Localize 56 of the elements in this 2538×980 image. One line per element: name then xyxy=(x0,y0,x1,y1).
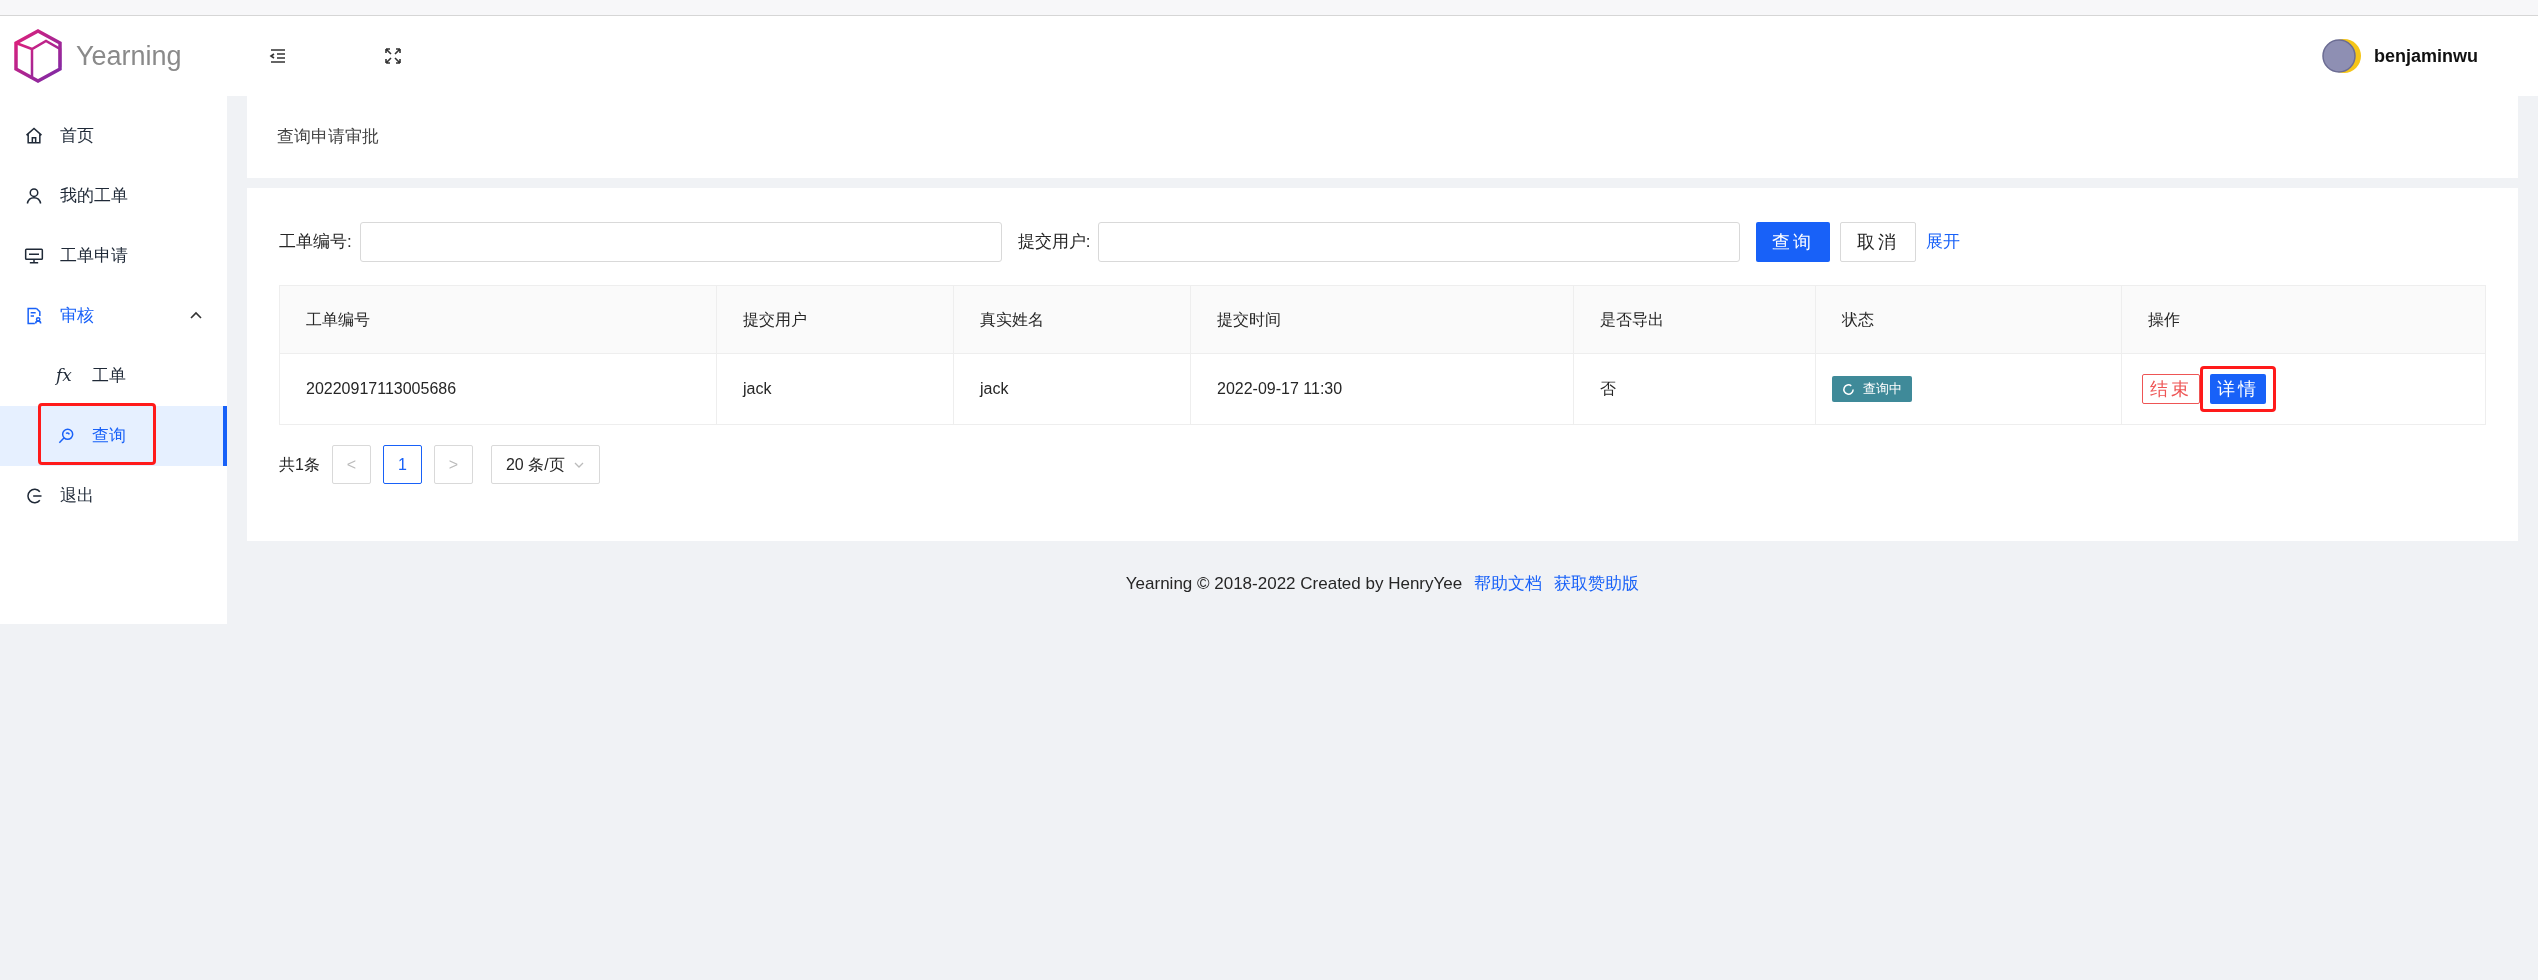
status-tag: 查询中 xyxy=(1832,376,1912,402)
table-cell: jack xyxy=(954,354,1191,424)
table-cell: 20220917113005686 xyxy=(280,354,717,424)
logo-icon xyxy=(12,28,64,84)
menu-fold-icon[interactable] xyxy=(268,46,288,66)
footer-link[interactable]: 帮助文档 xyxy=(1474,571,1543,597)
menu-label: 退出 xyxy=(60,485,94,508)
home-icon xyxy=(24,126,44,146)
table-cell: 2022-09-17 11:30 xyxy=(1191,354,1574,424)
page-subtitle: 查询申请审批 xyxy=(277,126,379,149)
function-icon: fx xyxy=(56,363,76,389)
table-cell: 否 xyxy=(1574,354,1816,424)
document-icon xyxy=(24,306,44,326)
filter-label: 工单编号: xyxy=(279,231,352,254)
page-size-select[interactable]: 20 条/页 xyxy=(490,445,600,484)
loading-icon xyxy=(1842,382,1855,396)
column-header: 提交用户 xyxy=(717,286,954,353)
monitor-icon xyxy=(24,246,44,266)
sidebar-item[interactable]: 工单申请 xyxy=(0,226,227,286)
sidebar-item[interactable]: 首页 xyxy=(0,106,227,166)
page-button[interactable]: 1 xyxy=(382,445,422,484)
menu-label: 工单申请 xyxy=(60,245,128,268)
filter-field[interactable] xyxy=(359,222,1002,262)
sidebar-item[interactable]: fx 工单 xyxy=(0,346,227,406)
menu-label: 工单 xyxy=(92,365,126,388)
expand-link[interactable]: 展开 xyxy=(1926,229,1961,255)
menu-label: 我的工单 xyxy=(60,185,128,208)
search-icon xyxy=(56,426,76,446)
user-icon xyxy=(24,186,44,206)
user-name[interactable]: benjaminwu xyxy=(2374,42,2478,70)
logout-icon xyxy=(24,486,44,506)
footer-link[interactable]: 获取赞助版 xyxy=(1554,571,1640,597)
footer-text: Yearning © 2018-2022 Created by HenryYee xyxy=(1125,573,1463,595)
column-header: 操作 xyxy=(2147,309,2181,330)
column-header: 工单编号 xyxy=(280,286,717,353)
column-header: 状态 xyxy=(1816,286,2122,353)
menu-label: 首页 xyxy=(60,125,94,148)
logo-text: Yearning xyxy=(76,39,182,73)
detail-button[interactable]: 详情 xyxy=(2210,374,2266,404)
end-button[interactable]: 结束 xyxy=(2142,374,2200,404)
total-count: 共1条 xyxy=(279,454,320,475)
column-header: 真实姓名 xyxy=(954,286,1191,353)
fullscreen-icon[interactable] xyxy=(383,46,403,66)
sidebar-item[interactable]: 审核 xyxy=(0,286,227,346)
sidebar-item[interactable]: 退出 xyxy=(0,466,227,526)
column-header: 是否导出 xyxy=(1574,286,1816,353)
search-button[interactable]: 查询 xyxy=(1756,222,1831,262)
filter-label: 提交用户: xyxy=(1017,231,1091,254)
cancel-button[interactable]: 取消 xyxy=(1840,222,1917,262)
sidebar-item[interactable]: 查询 xyxy=(0,406,227,466)
sidebar-item[interactable]: 我的工单 xyxy=(0,166,227,226)
menu-label: 查询 xyxy=(92,425,126,448)
column-header: 提交时间 xyxy=(1191,286,1574,353)
menu-label: 审核 xyxy=(60,305,94,328)
table-cell: jack xyxy=(717,354,954,424)
filter-field[interactable] xyxy=(1098,222,1741,262)
